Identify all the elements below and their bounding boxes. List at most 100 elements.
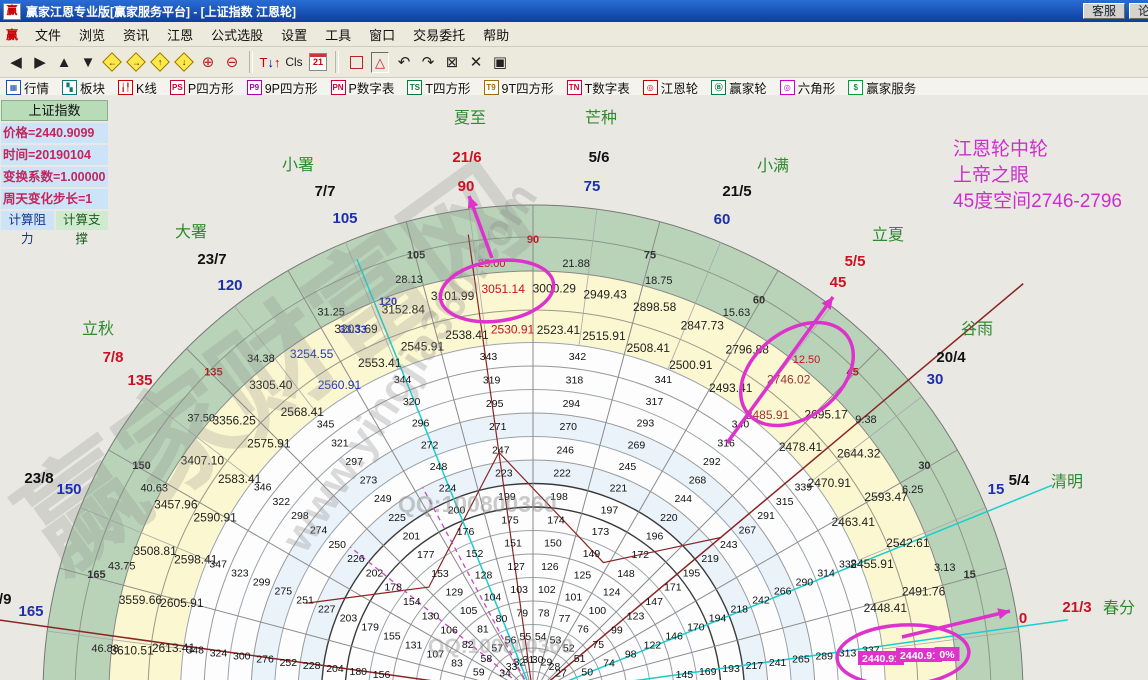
integer-label: 318 xyxy=(566,374,584,386)
menu-item-4[interactable]: 江恩 xyxy=(158,25,202,44)
integer-label: 227 xyxy=(318,604,336,616)
integer-label: 342 xyxy=(569,351,587,363)
panel-row-3: 变换系数=1.00000 xyxy=(1,167,108,187)
panel-row-4: 周天变化步长=1 xyxy=(1,189,108,209)
integer-label: 50 xyxy=(581,667,593,679)
integer-label: 154 xyxy=(403,596,421,608)
d-left-icon[interactable]: ← xyxy=(101,50,123,74)
t-updown-icon[interactable]: T↓↑ xyxy=(259,50,281,74)
outer-degree-label: 120 xyxy=(217,277,242,294)
menu-item-10[interactable]: 帮助 xyxy=(474,25,518,44)
toolbar-separator xyxy=(335,51,339,73)
integer-label: 293 xyxy=(637,418,655,430)
zoom-out-icon[interactable]: ⊖ xyxy=(221,50,243,74)
menu-item-7[interactable]: 工具 xyxy=(316,25,360,44)
cls-icon[interactable]: Cls xyxy=(283,50,305,74)
price-label: 2500.91 xyxy=(669,358,713,372)
integer-label: 172 xyxy=(632,549,650,561)
integer-label: 129 xyxy=(446,586,464,598)
win-x-icon[interactable]: ⊠ xyxy=(441,50,463,74)
integer-label: 292 xyxy=(703,456,721,468)
integer-label: 226 xyxy=(347,553,365,565)
calc-support-button[interactable]: 计算支撑 xyxy=(56,211,109,230)
price-label: 2455.91 xyxy=(850,557,894,571)
integer-label: 217 xyxy=(746,660,764,672)
integer-label: 147 xyxy=(645,596,663,608)
integer-label: 203 xyxy=(340,613,358,625)
integer-label: 220 xyxy=(660,512,678,524)
integer-label: 296 xyxy=(412,418,430,430)
integer-label: 59 xyxy=(473,667,485,679)
integer-label: 324 xyxy=(210,648,228,660)
cross-icon[interactable]: ✕ xyxy=(465,50,487,74)
annotation-line: 上帝之眼 xyxy=(953,163,1122,189)
date-label: 7/8 xyxy=(103,349,124,366)
integer-label: 247 xyxy=(492,444,510,456)
integer-label: 348 xyxy=(186,645,204,657)
integer-label: 125 xyxy=(574,570,592,582)
menu-item-1[interactable]: 文件 xyxy=(26,25,70,44)
tri-down-icon[interactable]: ▼ xyxy=(77,50,99,74)
menu-item-3[interactable]: 资讯 xyxy=(114,25,158,44)
titlebar-buttons: 客服论 xyxy=(1079,2,1145,20)
rot-cw-icon[interactable]: ↷ xyxy=(417,50,439,74)
integer-label: 75 xyxy=(592,639,604,651)
integer-label: 193 xyxy=(722,663,740,675)
integer-label: 252 xyxy=(280,657,298,669)
integer-label: 195 xyxy=(683,567,701,579)
integer-label: 241 xyxy=(769,657,787,669)
app-logo-icon: 赢 xyxy=(3,3,21,20)
triangle-icon[interactable]: △ xyxy=(369,50,391,74)
integer-label: 51 xyxy=(574,653,586,665)
price-label: 2847.73 xyxy=(681,318,725,332)
menu-item-9[interactable]: 交易委托 xyxy=(404,25,474,44)
integer-label: 322 xyxy=(273,496,291,508)
outer-degree-label: 60 xyxy=(714,211,731,228)
integer-label: 319 xyxy=(483,374,501,386)
integer-label: 299 xyxy=(253,577,271,589)
grid-icon: ▦ xyxy=(6,80,21,95)
tri-up-icon[interactable]: ▲ xyxy=(53,50,75,74)
T9-icon: T9 xyxy=(484,80,499,95)
integer-label: 314 xyxy=(817,568,835,580)
menu-item-2[interactable]: 浏览 xyxy=(70,25,114,44)
integer-label: 218 xyxy=(730,604,748,616)
rot-ccw-icon[interactable]: ↶ xyxy=(393,50,415,74)
integer-label: 338 xyxy=(839,559,857,571)
d-down-icon[interactable]: ↓ xyxy=(173,50,195,74)
integer-label: 177 xyxy=(417,549,435,561)
integer-label: 169 xyxy=(699,666,717,678)
integer-label: 197 xyxy=(601,504,619,516)
solar-term-label: 大署 xyxy=(175,223,207,241)
menu-item-5[interactable]: 公式选股 xyxy=(202,25,272,44)
d-up-icon[interactable]: ↑ xyxy=(149,50,171,74)
d-right-icon[interactable]: → xyxy=(125,50,147,74)
PN-icon: PN xyxy=(331,80,346,95)
integer-label: 178 xyxy=(384,582,402,594)
clear-icon[interactable]: ▣ xyxy=(489,50,511,74)
forward-icon[interactable]: ▶ xyxy=(29,50,51,74)
integer-label: 244 xyxy=(674,493,692,505)
menu-item-8[interactable]: 窗口 xyxy=(360,25,404,44)
integer-label: 202 xyxy=(366,567,384,579)
price-label: 2515.91 xyxy=(582,329,626,343)
price-label: 2491.76 xyxy=(902,585,946,599)
integer-label: 323 xyxy=(231,568,249,580)
menu-item-6[interactable]: 设置 xyxy=(272,25,316,44)
integer-label: 267 xyxy=(739,524,757,536)
customer-service-button[interactable]: 客服 xyxy=(1083,3,1125,19)
zoom-in-icon[interactable]: ⊕ xyxy=(197,50,219,74)
calendar-21-icon[interactable]: 21 xyxy=(307,50,329,74)
price-label: 2523.41 xyxy=(537,323,581,337)
square-icon[interactable] xyxy=(345,50,367,74)
percent-label: 15.63 xyxy=(723,307,751,319)
degree-label: 30 xyxy=(918,460,930,472)
integer-label: 80 xyxy=(496,613,508,625)
integer-label: 251 xyxy=(296,595,314,607)
back-icon[interactable]: ◀ xyxy=(5,50,27,74)
price-label: 2463.41 xyxy=(831,515,875,529)
integer-label: 130 xyxy=(422,610,440,622)
forum-button[interactable]: 论 xyxy=(1129,3,1148,19)
integer-label: 249 xyxy=(374,493,392,505)
calc-resistance-button[interactable]: 计算阻力 xyxy=(1,211,54,230)
